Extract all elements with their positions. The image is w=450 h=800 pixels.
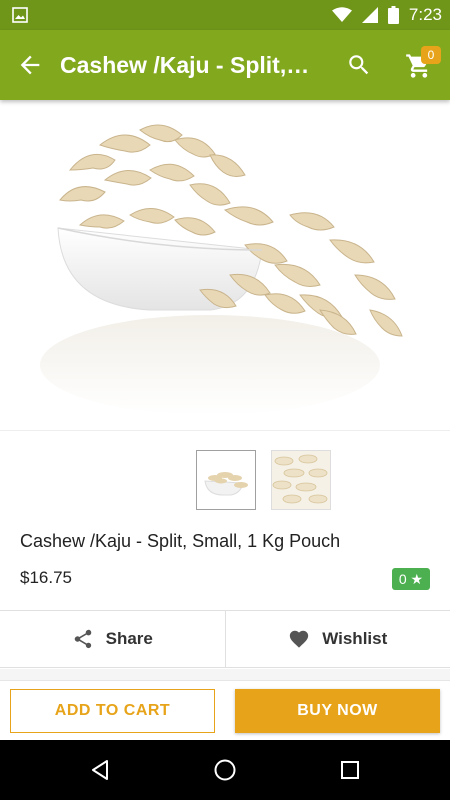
battery-icon — [387, 6, 399, 24]
bottom-bar: ADD TO CART BUY NOW — [0, 680, 450, 740]
wishlist-button[interactable]: Wishlist — [226, 611, 450, 667]
add-to-cart-button[interactable]: ADD TO CART — [10, 689, 215, 733]
rating-badge: 0 ★ — [392, 568, 430, 590]
home-nav-icon[interactable] — [213, 758, 237, 782]
status-bar: 7:23 — [0, 0, 450, 30]
search-icon[interactable] — [346, 52, 372, 78]
share-button[interactable]: Share — [0, 611, 226, 667]
navigation-bar — [0, 740, 450, 800]
signal-icon — [361, 7, 378, 23]
cashew-bowl-illustration — [40, 124, 403, 415]
back-nav-icon[interactable] — [88, 758, 112, 782]
thumbnail-cashews[interactable] — [271, 450, 331, 510]
heart-icon — [290, 630, 309, 648]
cart-count-badge: 0 — [421, 46, 441, 64]
buy-now-button[interactable]: BUY NOW — [235, 689, 440, 733]
product-image[interactable] — [0, 100, 450, 428]
wifi-icon — [331, 7, 352, 22]
recents-nav-icon[interactable] — [338, 758, 362, 782]
product-price: $16.75 — [20, 568, 72, 587]
status-time: 7:23 — [408, 5, 442, 24]
wishlist-label: Wishlist — [322, 629, 388, 648]
gallery-icon — [12, 7, 28, 23]
share-label: Share — [105, 629, 153, 648]
share-icon — [74, 629, 91, 649]
product-name: Cashew /Kaju - Split, Small, 1 Kg Pouch — [20, 531, 341, 551]
thumbnail-strip — [0, 430, 450, 520]
app-bar: Cashew /Kaju - Split, Small, 1 Kg Pouch … — [0, 30, 450, 100]
action-row: Share Wishlist — [0, 610, 450, 668]
thumbnail-bowl[interactable] — [196, 450, 256, 510]
page-title: Cashew /Kaju - Split, Small, 1 Kg Pouch — [60, 52, 315, 78]
back-arrow-icon[interactable] — [16, 51, 44, 79]
